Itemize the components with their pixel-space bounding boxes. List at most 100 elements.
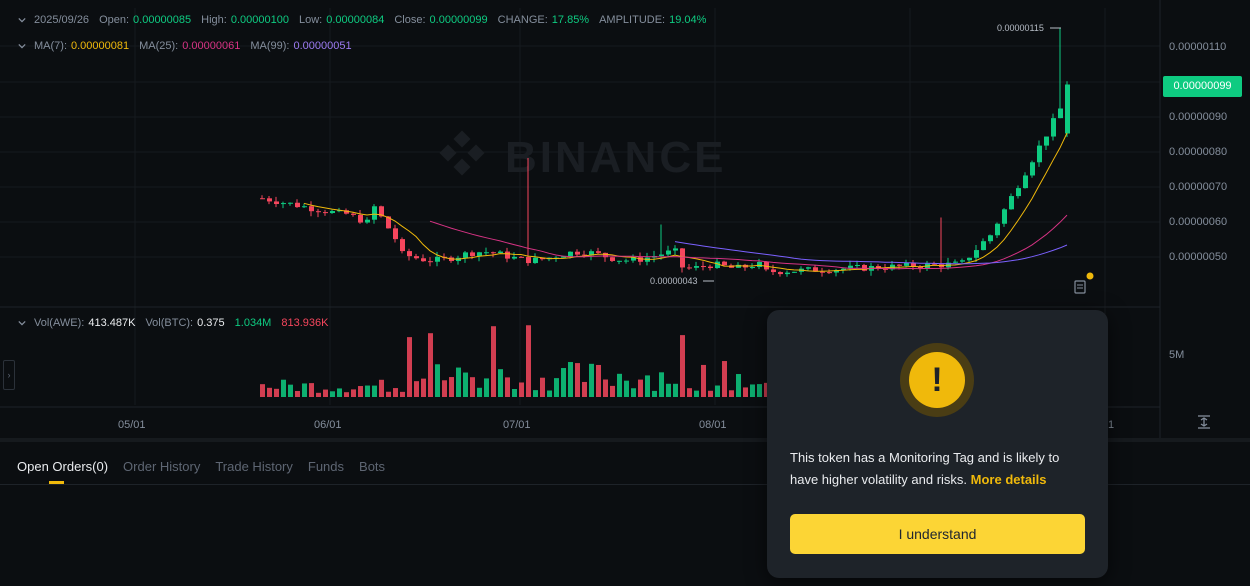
volume-bar [428, 333, 433, 397]
volume-bar [561, 368, 566, 397]
close-value: 0.00000099 [429, 14, 488, 26]
volume-bar [708, 390, 713, 397]
candle-body [771, 269, 776, 273]
volume-bar [680, 335, 685, 397]
volume-bar [358, 386, 363, 397]
open-value: 0.00000085 [133, 14, 192, 26]
candle-body [393, 228, 398, 240]
candle-body [687, 267, 692, 269]
volume-bar [393, 388, 398, 397]
candle-body [806, 267, 811, 269]
volume-bar [582, 381, 587, 397]
modal-message: This token has a Monitoring Tag and is l… [790, 447, 1090, 491]
tab-bots[interactable]: Bots [359, 459, 385, 474]
tab-trade-history[interactable]: Trade History [215, 459, 293, 474]
volume-bar [673, 383, 678, 397]
candle-body [316, 211, 321, 213]
vol-ma2-value: 813.936K [281, 317, 329, 329]
volume-bar [386, 391, 391, 397]
chevron-down-icon[interactable] [18, 319, 26, 327]
volume-bar [456, 367, 461, 397]
volume-bar [701, 364, 706, 397]
volume-bar [540, 377, 545, 397]
open-label: Open: [99, 14, 130, 26]
volume-bar [687, 388, 692, 397]
volume-bar [694, 390, 699, 397]
candle-body [533, 257, 538, 264]
candle-body [575, 251, 580, 255]
volume-bar [442, 380, 447, 397]
candle-body [421, 258, 426, 262]
volume-bar [617, 373, 622, 397]
candle-body [960, 260, 965, 262]
price-axis-label: 0.00000080 [1169, 146, 1227, 158]
volume-bar [351, 389, 356, 397]
volume-bar [715, 385, 720, 397]
fit-screen-icon[interactable] [1196, 414, 1212, 430]
candle-body [680, 248, 685, 268]
candle-body [722, 261, 727, 266]
candle-body [358, 214, 363, 223]
ohlc-date: 2025/09/26 [34, 14, 90, 26]
candle-body [484, 252, 489, 254]
high-annotation: 0.00000115 [997, 23, 1061, 33]
volume-bar [337, 388, 342, 397]
low-value: 0.00000084 [326, 14, 385, 26]
volume-bar [722, 361, 727, 397]
candle-body [792, 271, 797, 273]
volume-bar [519, 382, 524, 397]
volume-bar [750, 384, 755, 397]
candle-body [862, 264, 867, 271]
candle-body [407, 251, 412, 257]
ma-row: MA(7): 0.00000081 MA(25): 0.00000061 MA(… [18, 40, 352, 52]
time-axis-label: 08/01 [699, 419, 727, 431]
volume-bar [624, 380, 629, 397]
volume-bar [631, 388, 636, 397]
volume-bar [512, 388, 517, 397]
candle-body [1044, 136, 1049, 146]
candle-body [694, 266, 699, 268]
volume-bar [267, 387, 272, 397]
tab-open-orders[interactable]: Open Orders(0) [17, 459, 108, 474]
candle-body [372, 206, 377, 220]
more-details-link[interactable]: More details [971, 472, 1047, 487]
vol-awe-label: Vol(AWE): [34, 317, 85, 329]
candle-body [855, 264, 860, 266]
volume-bar [295, 390, 300, 397]
volume-bar [645, 375, 650, 397]
close-label: Close: [394, 14, 426, 26]
candle-body [603, 252, 608, 258]
chevron-down-icon[interactable] [18, 16, 26, 24]
candle-body [512, 256, 517, 259]
candle-body [988, 235, 993, 242]
candle-body [981, 241, 986, 251]
candle-body [428, 261, 433, 263]
low-label: Low: [298, 14, 323, 26]
time-axis-label: 07/01 [503, 419, 531, 431]
layers-icon[interactable] [1074, 272, 1094, 294]
candle-body [309, 206, 314, 212]
candle-body [904, 262, 909, 266]
i-understand-button[interactable]: I understand [790, 514, 1085, 554]
candle-body [827, 272, 832, 274]
expand-side-panel-button[interactable]: › [3, 360, 15, 390]
candle-body [498, 251, 503, 254]
candle-body [491, 252, 496, 254]
low-annotation-text: 0.00000043 [650, 276, 698, 286]
volume-bar [365, 385, 370, 397]
high-label: High: [201, 14, 227, 26]
candle-body [757, 261, 762, 268]
candle-body [701, 266, 706, 268]
ma25-value: 0.00000061 [182, 40, 241, 52]
candle-body [470, 252, 475, 257]
tab-order-history[interactable]: Order History [123, 459, 200, 474]
time-axis-label: 06/01 [314, 419, 342, 431]
price-axis-label: 0.00000070 [1169, 181, 1227, 193]
tab-funds[interactable]: Funds [308, 459, 344, 474]
candle-body [274, 201, 279, 205]
chevron-down-icon[interactable] [18, 42, 26, 50]
volume-bar [743, 387, 748, 397]
volume-bar [274, 388, 279, 397]
candle-body [330, 211, 335, 214]
vol-btc-label: Vol(BTC): [145, 317, 194, 329]
